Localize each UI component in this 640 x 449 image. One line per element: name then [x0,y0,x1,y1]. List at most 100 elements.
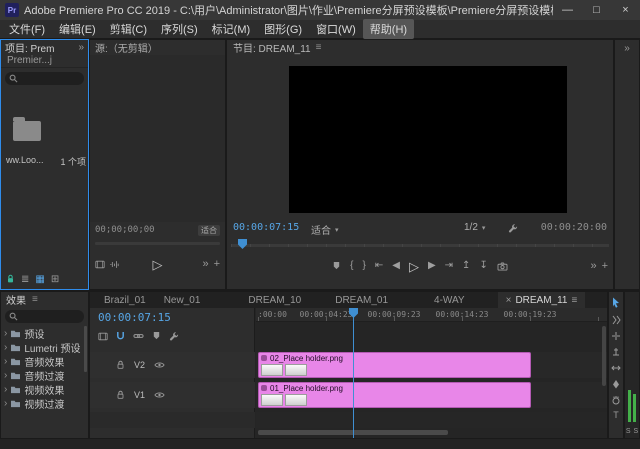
close-tab-icon[interactable]: × [506,295,512,306]
solo-button[interactable]: S [634,428,639,435]
sequence-tab-dream-01[interactable]: DREAM_01 [327,292,396,308]
panel-menu-icon[interactable]: ≡ [572,295,578,306]
sequence-tab-4-way[interactable]: 4-WAY [426,292,473,308]
tool-track-select-button[interactable] [611,315,621,325]
sequence-tab-dream-11[interactable]: × DREAM_11 ≡ [498,292,586,308]
mark-in-button[interactable]: { [350,261,353,271]
program-tab[interactable]: 节目: DREAM_11 [233,40,311,55]
fx-badge[interactable] [261,355,267,361]
track-a1[interactable] [256,412,607,428]
timeline-timecode[interactable]: 00:00:07:15 [98,311,171,324]
go-to-in-button[interactable]: ⇤ [375,261,383,271]
nest-sequence-button[interactable] [98,332,108,341]
timeline-settings-button[interactable] [169,331,179,341]
drag-video-icon[interactable] [95,260,105,269]
source-fit-dropdown[interactable]: 适合 [198,225,220,236]
menu-item-clip[interactable]: 剪辑(C) [103,19,154,39]
track-v1[interactable]: 01_Place holder.png [256,382,607,408]
bin-item-name[interactable]: ww.Loo... [6,155,44,168]
track-visibility-eye-icon[interactable] [154,361,165,369]
sequence-tab-new-01[interactable]: New_01 [156,292,209,308]
overflow-chevron-icon[interactable]: » [624,43,630,289]
tool-slip-button[interactable] [611,363,621,373]
collapsed-panel-strip[interactable]: » [615,40,639,289]
overflow-chevron-icon[interactable]: » [78,42,84,53]
program-scrubber[interactable] [231,239,609,250]
sequence-tab-brazil-01[interactable]: Brazil_01 [96,292,154,308]
track-v2[interactable]: 02_Place holder.png [256,352,607,378]
source-scrubber[interactable] [95,242,220,245]
add-marker-button[interactable] [152,331,161,341]
tool-type-button[interactable]: T [613,411,619,420]
button-editor-add[interactable]: + [602,260,608,272]
scrubber-track[interactable] [231,244,609,247]
solo-button[interactable]: S [626,428,631,435]
menu-item-graphics[interactable]: 图形(G) [257,19,309,39]
twirl-icon[interactable]: › [4,356,7,367]
track-header-v2[interactable]: V2 [90,352,255,378]
timeline-horizontal-scrollbar[interactable] [256,430,607,435]
title-bar[interactable]: Pr Adobe Premiere Pro CC 2019 - C:\用户\Ad… [0,0,640,20]
twirl-icon[interactable]: › [4,370,7,381]
panel-menu-icon[interactable]: ≡ [316,42,322,53]
source-play-button[interactable]: ▷ [153,258,163,271]
effects-bin-lumetri-presets[interactable]: › Lumetri 预设 [1,340,88,354]
export-frame-button[interactable] [497,262,508,271]
track-lock-icon[interactable] [116,390,125,400]
fx-badge[interactable] [261,385,267,391]
lift-button[interactable]: ↥ [462,261,470,271]
effects-bin-video-effects[interactable]: › 视频效果 [1,382,88,396]
add-marker-button[interactable] [332,261,341,271]
sequence-tab-dream-10[interactable]: DREAM_10 [240,292,309,308]
settings-wrench-button[interactable] [508,223,518,233]
bin-item-row[interactable]: ww.Loo... 1 个项 [6,155,86,168]
track-header-v1[interactable]: V1 [90,382,255,408]
go-to-out-button[interactable]: ⇥ [445,261,453,271]
track-lock-icon[interactable] [116,360,125,370]
timeline-clip-v1[interactable]: 01_Place holder.png [258,382,531,408]
new-bin-button[interactable]: ⊞ [51,274,59,285]
effects-tab[interactable]: 效果 [6,292,26,307]
menu-item-markers[interactable]: 标记(M) [205,19,258,39]
twirl-icon[interactable]: › [4,398,7,409]
tool-selection-button[interactable] [611,297,621,309]
menu-item-window[interactable]: 窗口(W) [309,19,363,39]
drag-audio-icon[interactable] [109,260,119,269]
project-lock-icon[interactable] [6,274,15,284]
track-label[interactable]: V2 [134,360,145,370]
timeline-ruler[interactable]: :00:00 00:00:04:23 00:00:09:23 00:00:14:… [256,308,607,322]
snap-toggle-button[interactable] [116,331,125,341]
fit-dropdown[interactable]: 适合 ▾ [311,222,339,237]
tool-razor-button[interactable] [611,347,621,357]
extract-button[interactable]: ↧ [479,261,487,271]
menu-item-file[interactable]: 文件(F) [2,19,52,39]
source-tab[interactable]: 源:（无剪辑） [95,40,158,55]
program-playhead[interactable] [238,239,247,249]
effects-bin-video-transitions[interactable]: › 视频过渡 [1,396,88,410]
effects-bin-presets[interactable]: › 预设 [1,326,88,340]
twirl-icon[interactable]: › [4,342,7,353]
menu-item-sequence[interactable]: 序列(S) [154,19,205,39]
panel-menu-icon[interactable]: ≡ [32,294,38,305]
project-bin-breadcrumb[interactable]: Premier...j [1,54,88,68]
timeline-playhead[interactable] [353,308,354,438]
audio-track-header[interactable] [90,412,255,428]
overflow-chevron-icon[interactable]: » [202,258,208,270]
effects-bin-audio-transitions[interactable]: › 音频过渡 [1,368,88,382]
twirl-icon[interactable]: › [4,384,7,395]
mark-out-button[interactable]: } [363,261,366,271]
tool-ripple-edit-button[interactable] [611,331,621,341]
playback-resolution-dropdown[interactable]: 1/2 ▾ [464,222,485,233]
icon-view-button[interactable]: ▦ [35,274,44,285]
project-tab[interactable]: 项目: Prem [5,40,54,55]
effects-bin-audio-effects[interactable]: › 音频效果 [1,354,88,368]
timeline-vertical-scrollbar[interactable] [602,326,606,386]
close-button[interactable]: × [611,0,640,20]
tool-pen-button[interactable] [611,379,621,389]
play-button[interactable]: ▷ [409,260,419,273]
button-editor-add[interactable]: + [214,258,220,270]
menu-item-edit[interactable]: 编辑(E) [52,19,103,39]
step-forward-button[interactable]: ▶ [428,261,436,271]
twirl-icon[interactable]: › [4,328,7,339]
list-view-button[interactable]: ≣ [21,274,29,285]
